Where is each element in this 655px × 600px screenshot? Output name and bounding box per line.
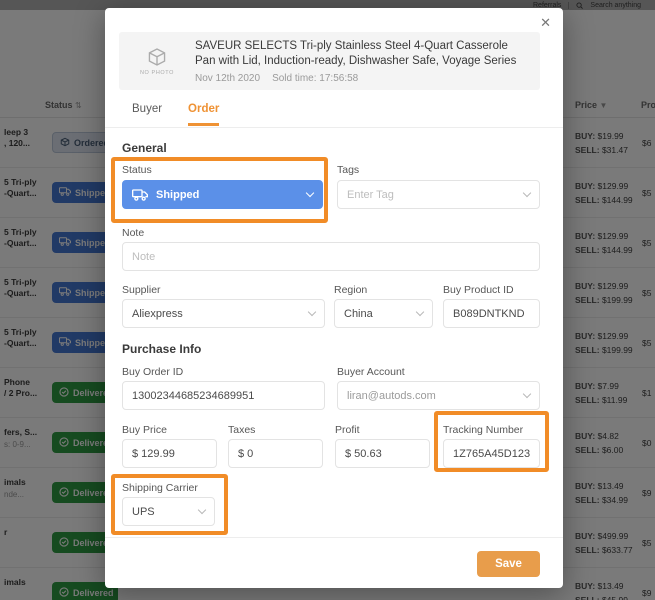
tags-dropdown[interactable]: Enter Tag xyxy=(337,180,540,209)
buy-product-id-label: Buy Product ID xyxy=(443,284,514,296)
modal-tabs: Buyer Order xyxy=(132,103,219,126)
note-input[interactable] xyxy=(122,242,540,271)
close-icon[interactable]: ✕ xyxy=(540,16,551,29)
product-thumbnail: NO PHOTO xyxy=(119,32,195,90)
status-label: Status xyxy=(122,164,152,176)
region-value: China xyxy=(344,308,373,320)
buyer-account-dropdown[interactable]: liran@autods.com xyxy=(337,381,540,410)
shipping-carrier-dropdown[interactable]: UPS xyxy=(122,497,215,526)
order-date: Nov 12th 2020 xyxy=(195,73,260,84)
chevron-down-icon xyxy=(523,189,531,197)
status-dropdown[interactable]: Shipped xyxy=(122,180,323,209)
product-info: SAVEUR SELECTS Tri-ply Stainless Steel 4… xyxy=(195,32,530,84)
note-label: Note xyxy=(122,227,144,239)
tracking-number-input[interactable] xyxy=(443,439,540,468)
buy-price-label: Buy Price xyxy=(122,424,167,436)
taxes-input[interactable] xyxy=(228,439,323,468)
shipping-carrier-label: Shipping Carrier xyxy=(122,482,198,494)
region-label: Region xyxy=(334,284,367,296)
chevron-down-icon xyxy=(416,308,424,316)
supplier-value: Aliexpress xyxy=(132,308,183,320)
buyer-account-value: liran@autods.com xyxy=(347,390,436,402)
buy-order-id-input[interactable] xyxy=(122,381,325,410)
product-summary: NO PHOTO SAVEUR SELECTS Tri-ply Stainles… xyxy=(119,32,540,90)
purchase-info-heading: Purchase Info xyxy=(122,342,201,356)
taxes-label: Taxes xyxy=(228,424,255,436)
chevron-down-icon xyxy=(306,189,314,197)
status-value: Shipped xyxy=(156,189,199,201)
tracking-number-label: Tracking Number xyxy=(443,424,523,436)
no-photo-box-icon xyxy=(146,46,168,68)
tab-order[interactable]: Order xyxy=(188,103,219,126)
sold-time: Sold time: 17:56:58 xyxy=(272,73,358,84)
footer-divider xyxy=(105,537,563,538)
save-button[interactable]: Save xyxy=(477,551,540,577)
profit-label: Profit xyxy=(335,424,360,436)
order-edit-modal: ✕ NO PHOTO SAVEUR SELECTS Tri-ply Stainl… xyxy=(105,8,563,588)
region-dropdown[interactable]: China xyxy=(334,299,433,328)
tabs-divider xyxy=(105,127,563,128)
no-photo-label: NO PHOTO xyxy=(140,70,174,76)
screen: Referrals Search anything Status ⇅ Price… xyxy=(0,0,655,600)
tags-placeholder: Enter Tag xyxy=(347,189,394,201)
truck-icon xyxy=(132,189,148,201)
supplier-label: Supplier xyxy=(122,284,161,296)
supplier-dropdown[interactable]: Aliexpress xyxy=(122,299,325,328)
general-heading: General xyxy=(122,141,167,155)
product-title: SAVEUR SELECTS Tri-ply Stainless Steel 4… xyxy=(195,39,530,69)
buyer-account-label: Buyer Account xyxy=(337,366,405,378)
product-dates: Nov 12th 2020 Sold time: 17:56:58 xyxy=(195,73,530,84)
chevron-down-icon xyxy=(308,308,316,316)
buy-product-id-input[interactable] xyxy=(443,299,540,328)
chevron-down-icon xyxy=(523,390,531,398)
profit-input[interactable] xyxy=(335,439,430,468)
shipping-carrier-value: UPS xyxy=(132,506,155,518)
tab-buyer[interactable]: Buyer xyxy=(132,103,162,126)
chevron-down-icon xyxy=(198,506,206,514)
buy-order-id-label: Buy Order ID xyxy=(122,366,183,378)
tags-label: Tags xyxy=(337,164,359,176)
buy-price-input[interactable] xyxy=(122,439,217,468)
